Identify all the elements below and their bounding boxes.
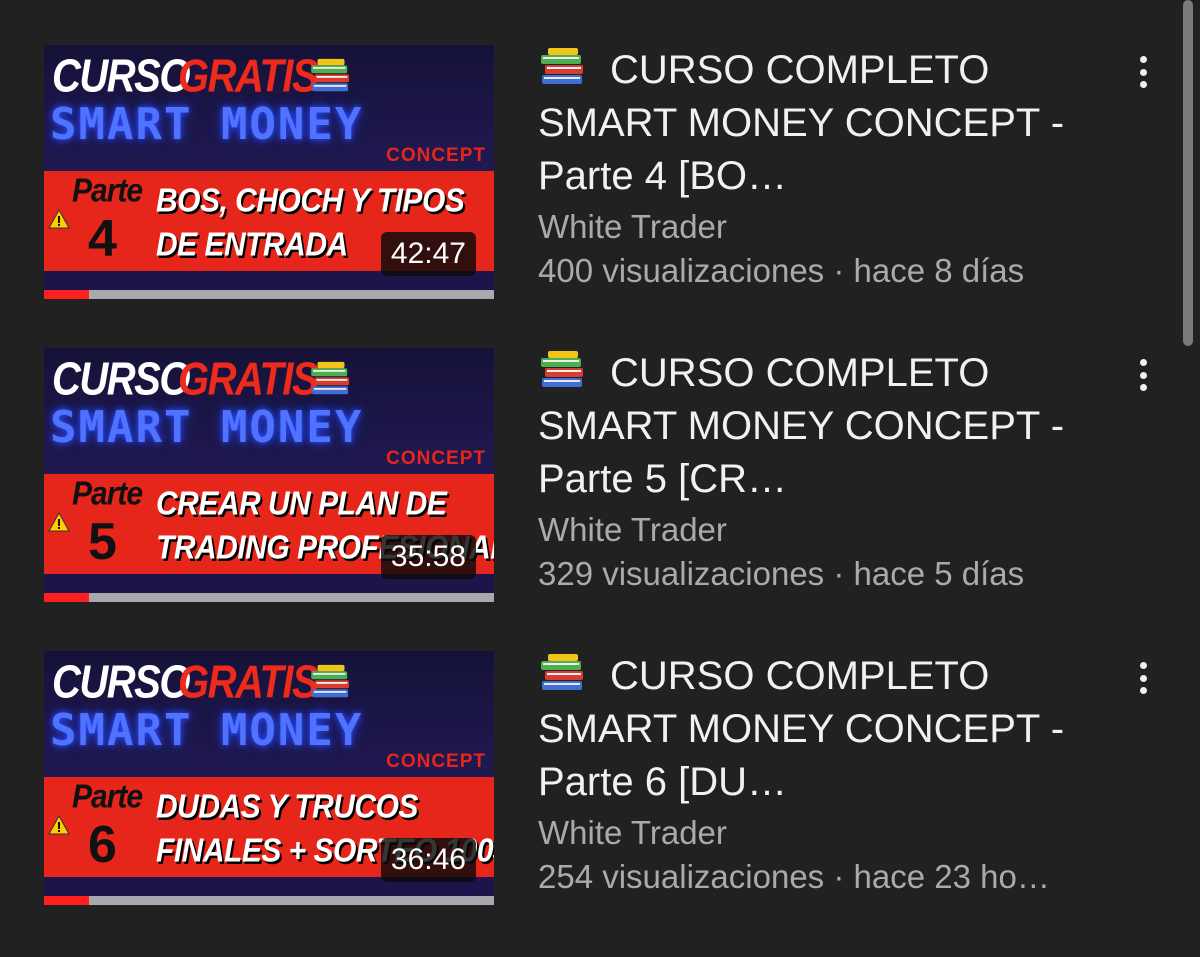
channel-name[interactable]: White Trader [538,205,1128,249]
video-title-container[interactable]: CURSO COMPLETO SMART MONEY CONCEPT - Par… [538,347,1128,506]
watch-progress-fill [44,290,89,299]
thumbnail-headline-line1: DUDAS Y TRUCOS [156,788,418,826]
duration-badge: 42:47 [380,232,476,276]
video-thumbnail[interactable]: CURSO GRATIS SMART MONEY CONCEPT Parte 5… [44,348,494,602]
video-meta: 400 visualizaciones · hace 8 días [538,249,1128,293]
watch-progress-bar [44,593,494,602]
books-icon [538,47,588,87]
thumbnail-part-number: 4 [88,210,117,268]
watch-progress-bar [44,290,494,299]
thumbnail-part-number: 5 [88,513,117,571]
video-info: CURSO COMPLETO SMART MONEY CONCEPT - Par… [538,347,1128,596]
upload-age: hace 23 ho… [853,858,1050,895]
more-vertical-icon[interactable] [1128,658,1158,698]
duration-badge: 36:46 [380,838,476,882]
warning-icon [48,512,70,532]
thumbnail-brand-text: SMART MONEY [50,99,364,150]
thumbnail-part-number: 6 [88,816,117,874]
books-icon [308,361,354,397]
video-title-container[interactable]: CURSO COMPLETO SMART MONEY CONCEPT - Par… [538,650,1128,809]
scrollbar[interactable] [1183,0,1193,346]
upload-age: hace 8 días [853,252,1025,289]
channel-name[interactable]: White Trader [538,508,1128,552]
warning-icon [48,815,70,835]
view-count: 400 visualizaciones [538,252,825,289]
channel-name[interactable]: White Trader [538,811,1128,855]
video-item[interactable]: CURSO GRATIS SMART MONEY CONCEPT Parte 4… [0,0,1200,299]
video-title-container[interactable]: CURSO COMPLETO SMART MONEY CONCEPT - Par… [538,44,1128,203]
video-title[interactable]: CURSO COMPLETO SMART MONEY CONCEPT - Par… [538,48,1064,198]
warning-icon [48,209,70,229]
thumbnail-concept-text: CONCEPT [386,145,486,166]
meta-separator: · [833,858,845,895]
upload-age: hace 5 días [853,555,1025,592]
books-icon [538,653,588,693]
view-count: 254 visualizaciones [538,858,825,895]
books-icon [308,58,354,94]
thumbnail-gratis-text: GRATIS [178,354,319,405]
meta-separator: · [833,252,845,289]
thumbnail-parte-text: Parte [72,173,143,210]
video-info: CURSO COMPLETO SMART MONEY CONCEPT - Par… [538,44,1128,293]
video-title[interactable]: CURSO COMPLETO SMART MONEY CONCEPT - Par… [538,351,1064,501]
watch-progress-fill [44,593,89,602]
video-info: CURSO COMPLETO SMART MONEY CONCEPT - Par… [538,650,1128,899]
more-vertical-icon[interactable] [1128,355,1158,395]
thumbnail-brand-text: SMART MONEY [50,402,364,453]
watch-progress-fill [44,896,89,905]
view-count: 329 visualizaciones [538,555,825,592]
video-title[interactable]: CURSO COMPLETO SMART MONEY CONCEPT - Par… [538,654,1064,804]
books-icon [308,664,354,700]
video-item[interactable]: CURSO GRATIS SMART MONEY CONCEPT Parte 6… [0,606,1200,905]
video-thumbnail[interactable]: CURSO GRATIS SMART MONEY CONCEPT Parte 4… [44,45,494,299]
thumbnail-curso-text: CURSO [52,354,190,405]
thumbnail-curso-text: CURSO [52,657,190,708]
thumbnail-parte-text: Parte [72,476,143,513]
books-icon [538,350,588,390]
thumbnail-brand-text: SMART MONEY [50,705,364,756]
video-meta: 254 visualizaciones · hace 23 ho… [538,855,1128,899]
video-thumbnail[interactable]: CURSO GRATIS SMART MONEY CONCEPT Parte 6… [44,651,494,905]
video-item[interactable]: CURSO GRATIS SMART MONEY CONCEPT Parte 5… [0,303,1200,602]
video-meta: 329 visualizaciones · hace 5 días [538,552,1128,596]
meta-separator: · [833,555,845,592]
thumbnail-headline-line1: CREAR UN PLAN DE [156,485,447,523]
watch-progress-bar [44,896,494,905]
duration-badge: 35:58 [380,535,476,579]
thumbnail-concept-text: CONCEPT [386,751,486,772]
thumbnail-gratis-text: GRATIS [178,657,319,708]
thumbnail-headline-line1: BOS, CHOCH Y TIPOS [156,182,465,220]
thumbnail-gratis-text: GRATIS [178,51,319,102]
video-list: CURSO GRATIS SMART MONEY CONCEPT Parte 4… [0,0,1200,957]
thumbnail-parte-text: Parte [72,779,143,816]
thumbnail-concept-text: CONCEPT [386,448,486,469]
thumbnail-curso-text: CURSO [52,51,190,102]
more-vertical-icon[interactable] [1128,52,1158,92]
